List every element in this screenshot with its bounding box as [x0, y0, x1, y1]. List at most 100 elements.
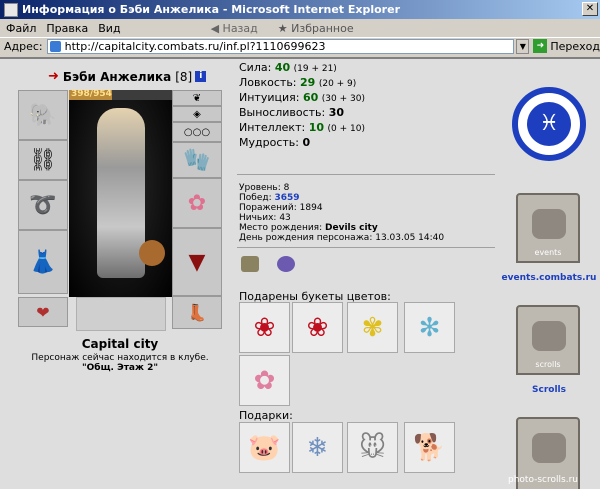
info-label: День рождения персонажа: — [239, 233, 373, 243]
scrolls-link[interactable]: Scrolls — [498, 385, 600, 395]
belt-icon: ❤ — [36, 302, 50, 322]
skirt-slot[interactable]: ▼ — [172, 228, 222, 296]
stat-value: 30 — [328, 106, 345, 119]
stat-bonus: (0 + 10) — [327, 124, 365, 134]
info-birthplace: Место рождения: Devils city — [239, 223, 444, 233]
bouquet-gift[interactable]: ❀ — [239, 302, 290, 353]
divider — [237, 247, 495, 248]
effect-icon[interactable] — [241, 256, 259, 272]
pig-icon: 🐷 — [248, 432, 281, 463]
medal-icon[interactable] — [277, 256, 295, 272]
info-label: Уровень: — [239, 183, 281, 193]
gloves-slot[interactable]: 🧤 — [172, 142, 222, 178]
gloves-icon: 🧤 — [183, 147, 211, 173]
clan-emblem — [76, 297, 166, 331]
belt-slot[interactable]: ❤ — [18, 297, 68, 327]
info-value[interactable]: 3659 — [275, 193, 300, 203]
events-banner-text: events — [534, 248, 562, 257]
skirt-icon: ▼ — [188, 249, 206, 275]
go-button[interactable]: ➜ Переход — [533, 39, 600, 53]
stat-value: 10 — [308, 121, 324, 134]
gifts-label: Подарки: — [239, 409, 293, 422]
stat-intellect: Интеллект: 10 (0 + 10) — [239, 121, 365, 136]
favorites-button[interactable]: ★ Избранное — [278, 22, 364, 35]
arrow-icon: ➜ — [48, 69, 59, 84]
bouquet-gift[interactable]: ✿ — [239, 355, 290, 406]
rings-slot[interactable]: ○○○ — [172, 122, 222, 142]
gift-item[interactable]: 🐕 — [404, 422, 455, 473]
info-birthday: День рождения персонажа: 13.03.05 14:40 — [239, 233, 444, 243]
info-label: Ничьих: — [239, 213, 277, 223]
stat-wisdom: Мудрость: 0 — [239, 136, 365, 151]
armor-slot[interactable]: 👗 — [18, 230, 68, 294]
bouquet-gift[interactable]: ❀ — [292, 302, 343, 353]
weapon-slot[interactable]: ➰ — [18, 180, 68, 230]
fist-icon — [532, 433, 566, 463]
boots-slot[interactable]: 👢 — [172, 296, 222, 329]
address-label: Адрес: — [4, 39, 43, 53]
info-level: Уровень: 8 — [239, 183, 444, 193]
stat-label: Выносливость: — [239, 106, 326, 119]
dog-icon: 🐕 — [413, 432, 446, 463]
go-label: Переход — [550, 39, 600, 53]
menu-bar: Файл Правка Вид ◀ Назад ★ Избранное — [0, 19, 600, 38]
helmet-slot[interactable]: 🐘 — [18, 90, 68, 140]
back-button[interactable]: ◀ Назад — [211, 22, 268, 35]
menu-item-file[interactable]: Файл — [6, 22, 36, 35]
close-icon[interactable]: ✕ — [582, 2, 598, 16]
club-text: Персонаж сейчас находится в клубе. — [31, 353, 209, 363]
character-level: [8] — [175, 69, 193, 84]
stat-label: Ловкость: — [239, 76, 297, 89]
blue-flowers-icon: ✻ — [418, 312, 441, 343]
fist-icon — [532, 209, 566, 239]
amulet-slot[interactable]: ◈ — [172, 106, 222, 122]
address-url: http://capitalcity.combats.ru/inf.pl?111… — [64, 39, 326, 53]
bouquet-gift[interactable]: ✾ — [347, 302, 398, 353]
scrolls-banner-text: scrolls — [535, 360, 561, 369]
events-link[interactable]: events.combats.ru — [498, 273, 600, 283]
ie-icon — [4, 2, 18, 17]
flowers-slot[interactable]: ✿ — [172, 178, 222, 228]
gift-item[interactable]: 🐷 — [239, 422, 290, 473]
daisies-icon: ✾ — [361, 312, 384, 343]
earrings-slot[interactable]: ❦ — [172, 90, 222, 106]
info-label: Поражений: — [239, 203, 297, 213]
stat-agility: Ловкость: 29 (20 + 9) — [239, 76, 365, 91]
pisces-icon: ♓ — [527, 102, 571, 146]
stats-panel: Сила: 40 (19 + 21) Ловкость: 29 (20 + 9)… — [239, 61, 365, 151]
chevron-down-icon[interactable]: ▼ — [516, 38, 530, 54]
rings-icon: ○○○ — [183, 126, 211, 138]
info-value: Devils city — [325, 223, 378, 233]
bouquet-gift[interactable]: ✻ — [404, 302, 455, 353]
watermark: photo-scrolls.ru — [508, 475, 578, 485]
page-icon — [49, 40, 61, 52]
gift-item[interactable]: ❄ — [292, 422, 343, 473]
stat-label: Интеллект: — [239, 121, 306, 134]
fist-icon — [532, 321, 566, 351]
info-icon[interactable]: i — [195, 71, 207, 82]
info-draws: Ничьих: 43 — [239, 213, 444, 223]
scrolls-banner[interactable]: scrolls — [516, 305, 580, 375]
stat-strength: Сила: 40 (19 + 21) — [239, 61, 365, 76]
stat-label: Сила: — [239, 61, 272, 74]
menu-item-view[interactable]: Вид — [98, 22, 120, 35]
amulet-icon: ◈ — [193, 108, 201, 120]
stat-bonus: (20 + 9) — [318, 79, 357, 89]
hp-text: 398/954 — [71, 89, 112, 99]
stat-label: Интуиция: — [239, 91, 300, 104]
bracers-slot[interactable]: ⛓ — [18, 140, 68, 180]
gift-item[interactable]: 🐭 — [347, 422, 398, 473]
events-banner[interactable]: events — [516, 193, 580, 263]
address-input[interactable]: http://capitalcity.combats.ru/inf.pl?111… — [46, 38, 515, 54]
character-header: ➜ Бэби Анжелика [8] i — [48, 69, 207, 84]
info-value: 13.03.05 14:40 — [375, 233, 445, 243]
menu-item-edit[interactable]: Правка — [46, 22, 88, 35]
club-location: "Общ. Этаж 2" — [81, 363, 159, 373]
stat-label: Мудрость: — [239, 136, 299, 149]
info-label: Место рождения: — [239, 223, 323, 233]
boots-icon: 👢 — [187, 303, 207, 322]
earrings-icon: ❦ — [192, 92, 202, 104]
info-wins: Побед: 3659 — [239, 193, 444, 203]
zodiac-logo[interactable]: ♓ — [512, 87, 586, 161]
stat-value: 0 — [302, 136, 311, 149]
